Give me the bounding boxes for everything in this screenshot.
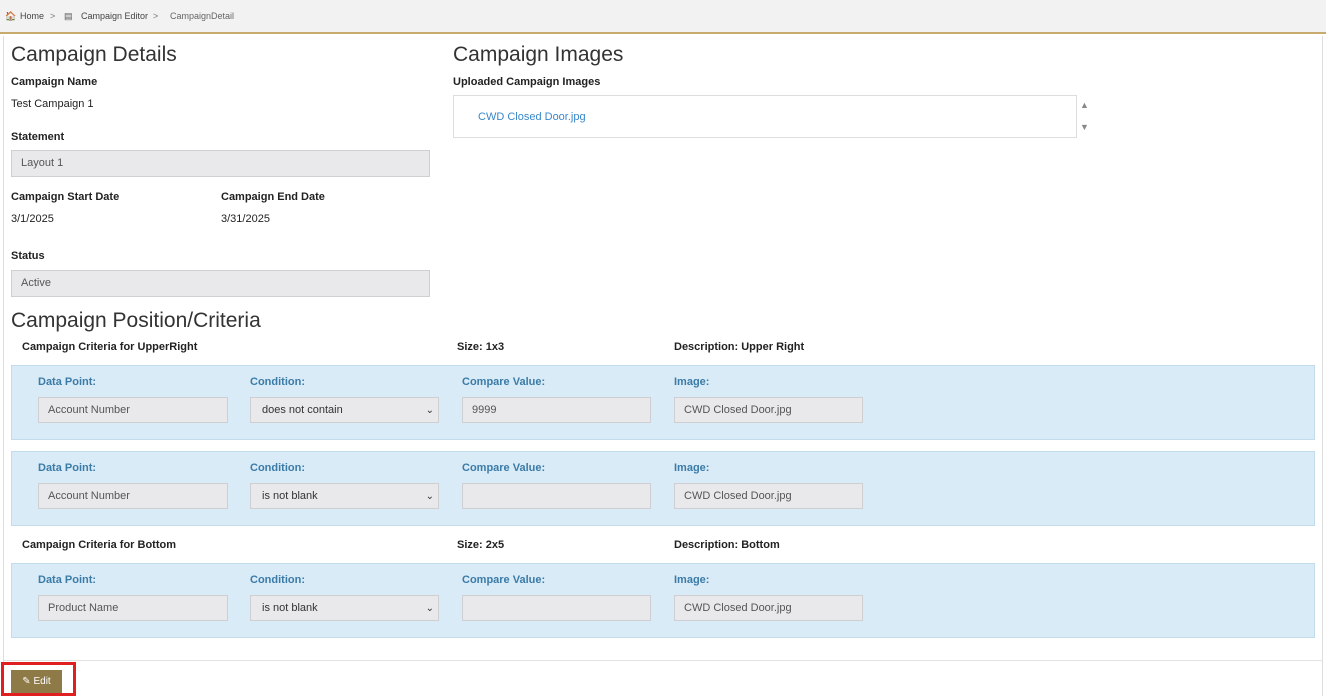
breadcrumb-campaign-editor[interactable]: Campaign Editor	[81, 11, 148, 21]
editor-icon: ▤	[64, 11, 73, 21]
start-date-value: 3/1/2025	[11, 213, 54, 225]
edit-button-label: Edit	[33, 676, 51, 687]
chevron-down-icon: ⌄	[425, 491, 434, 502]
condition-select-value: does not contain	[262, 404, 343, 416]
criteria-row: Data Point: Condition: Compare Value: Im…	[11, 365, 1315, 440]
criteria-group-size: Size: 2x5	[457, 539, 505, 551]
breadcrumb-home[interactable]: Home	[20, 11, 44, 21]
data-point-label: Data Point:	[38, 376, 97, 388]
start-date-label: Campaign Start Date	[11, 191, 120, 203]
compare-value-label: Compare Value:	[462, 574, 546, 586]
image-label: Image:	[674, 574, 710, 586]
image-label: Image:	[674, 376, 710, 388]
image-file-link[interactable]: CWD Closed Door.jpg	[478, 111, 586, 123]
image-label: Image:	[674, 462, 710, 474]
criteria-group-title: Campaign Criteria for UpperRight	[22, 341, 198, 353]
campaign-name-label: Campaign Name	[11, 76, 98, 88]
edit-icon: ✎	[22, 676, 31, 687]
data-point-field: Account Number	[38, 483, 228, 509]
chevron-down-icon: ⌄	[425, 603, 434, 614]
breadcrumb-current: CampaignDetail	[170, 11, 235, 21]
criteria-group-description: Description: Bottom	[674, 539, 780, 551]
criteria-group-size: Size: 1x3	[457, 341, 505, 353]
condition-select-value: is not blank	[262, 490, 318, 502]
condition-label: Condition:	[250, 376, 305, 388]
condition-select[interactable]: is not blank ⌄	[250, 483, 439, 509]
chevron-down-icon: ⌄	[425, 405, 434, 416]
campaign-details-heading: Campaign Details	[11, 43, 177, 66]
condition-select[interactable]: does not contain ⌄	[250, 397, 439, 423]
campaign-name-value: Test Campaign 1	[11, 98, 94, 110]
data-point-field: Account Number	[38, 397, 228, 423]
breadcrumb: 🏠 Home > ▤ Campaign Editor > CampaignDet…	[0, 0, 1326, 34]
statement-field: Layout 1	[11, 150, 430, 177]
image-field: CWD Closed Door.jpg	[674, 483, 863, 509]
compare-value-label: Compare Value:	[462, 462, 546, 474]
condition-select[interactable]: is not blank ⌄	[250, 595, 439, 621]
edit-button[interactable]: ✎ Edit	[11, 670, 62, 693]
criteria-heading: Campaign Position/Criteria	[11, 309, 261, 332]
scroll-up-icon[interactable]: ▲	[1080, 100, 1089, 110]
breadcrumb-separator: >	[153, 11, 159, 21]
end-date-value: 3/31/2025	[221, 213, 270, 225]
statement-label: Statement	[11, 131, 65, 143]
end-date-label: Campaign End Date	[221, 191, 325, 203]
data-point-label: Data Point:	[38, 574, 97, 586]
home-icon: 🏠	[5, 11, 17, 21]
compare-value-field: 9999	[462, 397, 651, 423]
condition-label: Condition:	[250, 462, 305, 474]
compare-value-label: Compare Value:	[462, 376, 546, 388]
criteria-row: Data Point: Condition: Compare Value: Im…	[11, 451, 1315, 526]
campaign-images-heading: Campaign Images	[453, 43, 624, 66]
criteria-row: Data Point: Condition: Compare Value: Im…	[11, 563, 1315, 638]
image-field: CWD Closed Door.jpg	[674, 595, 863, 621]
status-label: Status	[11, 250, 45, 262]
breadcrumb-separator: >	[50, 11, 56, 21]
criteria-group-title: Campaign Criteria for Bottom	[22, 539, 177, 551]
criteria-group-description: Description: Upper Right	[674, 341, 805, 353]
status-field: Active	[11, 270, 430, 297]
compare-value-field	[462, 595, 651, 621]
scroll-down-icon[interactable]: ▼	[1080, 122, 1089, 132]
condition-label: Condition:	[250, 574, 305, 586]
data-point-label: Data Point:	[38, 462, 97, 474]
image-field: CWD Closed Door.jpg	[674, 397, 863, 423]
compare-value-field	[462, 483, 651, 509]
data-point-field: Product Name	[38, 595, 228, 621]
condition-select-value: is not blank	[262, 602, 318, 614]
uploaded-images-label: Uploaded Campaign Images	[453, 76, 601, 88]
footer-divider	[3, 660, 1323, 661]
